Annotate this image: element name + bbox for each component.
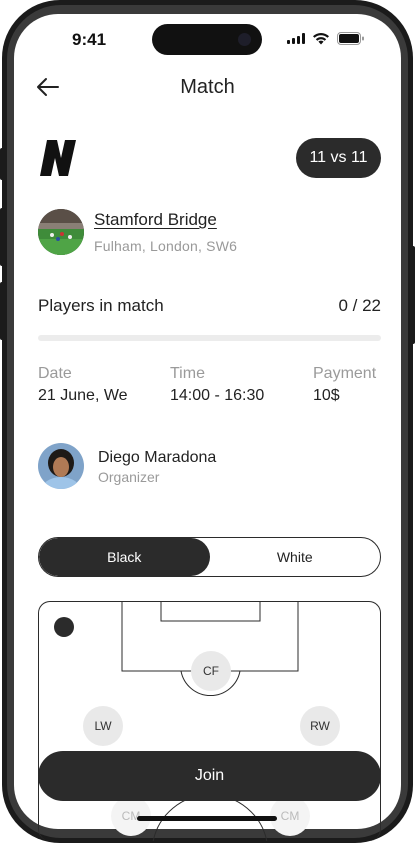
organizer-role: Organizer — [98, 469, 160, 485]
position-lw[interactable]: LW — [83, 706, 123, 746]
organizer-avatar — [38, 443, 84, 489]
players-count: 0 / 22 — [338, 296, 381, 315]
venue-photo — [38, 209, 84, 255]
team-black-option[interactable]: Black — [39, 538, 210, 576]
time-label: Time — [170, 365, 205, 382]
camera-icon — [238, 33, 251, 46]
wifi-icon — [313, 33, 329, 45]
brand-logo-icon — [40, 140, 76, 176]
position-cf[interactable]: CF — [191, 651, 231, 691]
team-white-option[interactable]: White — [210, 538, 381, 576]
team-toggle: Black White — [38, 537, 381, 577]
players-progress-bar — [38, 335, 381, 341]
venue-address: Fulham, London, SW6 — [94, 238, 238, 254]
status-time: 9:41 — [72, 30, 107, 49]
position-rw[interactable]: RW — [300, 706, 340, 746]
date-label: Date — [38, 365, 72, 382]
time-value: 14:00 - 16:30 — [170, 387, 265, 404]
organizer-name: Diego Maradona — [98, 449, 217, 466]
payment-value: 10$ — [313, 387, 340, 404]
match-format-badge: 11 vs 11 — [296, 138, 381, 178]
venue-name-link[interactable]: Stamford Bridge — [94, 210, 217, 230]
join-button[interactable]: Join — [38, 751, 381, 801]
date-value: 21 June, We — [38, 387, 128, 404]
home-indicator — [137, 816, 277, 821]
page-title: Match — [180, 76, 235, 98]
signal-icon — [287, 33, 305, 44]
battery-icon — [337, 32, 364, 45]
volume-up-button — [0, 208, 4, 266]
power-button — [411, 246, 415, 344]
players-label: Players in match — [38, 296, 164, 315]
payment-label: Payment — [313, 365, 377, 382]
volume-down-button — [0, 282, 4, 340]
action-button — [0, 148, 4, 180]
